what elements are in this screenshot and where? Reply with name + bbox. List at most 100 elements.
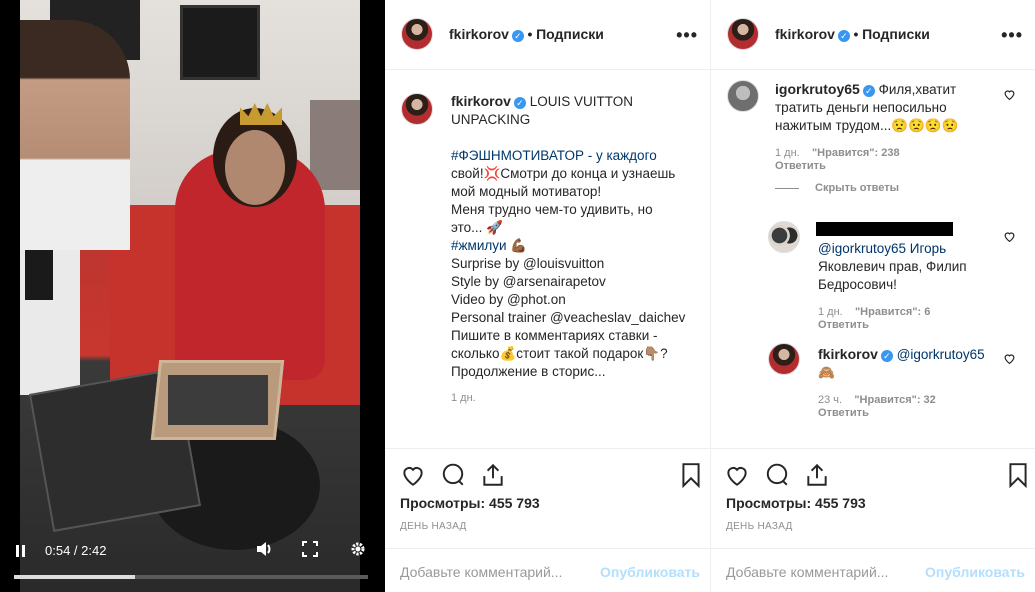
post-author-username[interactable]: fkirkorov bbox=[449, 26, 509, 42]
comment-bubble-icon[interactable] bbox=[440, 462, 466, 488]
share-icon[interactable] bbox=[480, 462, 506, 488]
comment-username[interactable]: fkirkorov bbox=[818, 346, 878, 362]
post-panel-comments: fkirkorov ✓ • Подписки ••• igorkrutoy65 ✓ … bbox=[711, 0, 1035, 592]
video-dumbbells bbox=[168, 375, 268, 425]
caption-mention-line[interactable]: Personal trainer @veacheslav_daichev bbox=[451, 309, 696, 327]
following-button[interactable]: Подписки bbox=[536, 26, 604, 42]
more-options-icon[interactable]: ••• bbox=[676, 25, 698, 46]
comment-time[interactable]: 23 ч. bbox=[818, 394, 842, 406]
caption-line bbox=[451, 129, 696, 147]
bookmark-icon[interactable] bbox=[678, 462, 704, 489]
comment-bubble-icon[interactable] bbox=[764, 462, 790, 488]
caption-line: это... 🚀 bbox=[451, 220, 503, 235]
caption-hashtag-line[interactable]: #жмилуи 💪🏾 bbox=[451, 237, 696, 255]
verified-badge-icon: ✓ bbox=[862, 85, 875, 97]
comment-like-heart-icon[interactable] bbox=[1003, 88, 1016, 101]
view-count[interactable]: Просмотры: 455 793 bbox=[726, 495, 866, 511]
post-author-username[interactable]: fkirkorov bbox=[775, 26, 835, 42]
video-man bbox=[20, 20, 130, 250]
verified-badge-icon: ✓ bbox=[513, 97, 526, 109]
comment-input[interactable]: Добавьте комментарий... bbox=[400, 564, 562, 580]
caption-line: сколько💰стоит такой подарок👇🏽? bbox=[451, 346, 668, 361]
bookmark-icon[interactable] bbox=[1005, 462, 1031, 489]
video-time: 0:54 / 2:42 bbox=[45, 543, 107, 558]
more-options-icon[interactable]: ••• bbox=[1001, 25, 1023, 46]
hide-replies-button[interactable]: Скрыть ответы bbox=[775, 182, 899, 194]
video-mirror bbox=[310, 100, 360, 190]
like-heart-icon[interactable] bbox=[724, 462, 750, 488]
pause-icon[interactable] bbox=[15, 545, 27, 557]
publish-button[interactable]: Опубликовать bbox=[600, 564, 700, 580]
caption-line: Пишите в комментариях ставки - bbox=[451, 328, 658, 343]
share-icon[interactable] bbox=[804, 462, 830, 488]
comment-text: @igorkrutoy65 bbox=[896, 347, 985, 362]
add-comment-bar: Добавьте комментарий... Опубликовать bbox=[385, 548, 710, 592]
post-header: fkirkorov ✓ • Подписки ••• bbox=[711, 0, 1035, 70]
verified-badge-icon: ✓ bbox=[837, 30, 850, 42]
post-caption: fkirkorov ✓ LOUIS VUITTON UNPACKING #ФЭШН… bbox=[451, 92, 696, 407]
caption-time[interactable]: 1 дн. bbox=[451, 389, 696, 407]
avatar[interactable] bbox=[401, 18, 433, 50]
volume-icon[interactable] bbox=[256, 541, 274, 560]
following-button[interactable]: Подписки bbox=[862, 26, 930, 42]
comment-text: нажитым трудом...😟😟😟😟 bbox=[775, 118, 959, 133]
publish-button[interactable]: Опубликовать bbox=[925, 564, 1025, 580]
post-header: fkirkorov ✓ • Подписки ••• bbox=[385, 0, 710, 70]
post-header-text: fkirkorov ✓ • Подписки bbox=[449, 26, 604, 42]
comment-text: Яковлевич прав, Филип bbox=[818, 259, 967, 274]
comment-time[interactable]: 1 дн. bbox=[775, 147, 800, 159]
video-frame[interactable] bbox=[20, 0, 360, 592]
comment-text: @igorkrutoy65 Игорь bbox=[818, 241, 947, 256]
comment-likes[interactable]: "Нравится": 32 bbox=[854, 394, 935, 406]
comment-like-heart-icon[interactable] bbox=[1003, 230, 1016, 243]
post-date: ДЕНЬ НАЗАД bbox=[400, 521, 467, 532]
commenter-avatar[interactable] bbox=[768, 343, 800, 375]
caption-hashtag-line[interactable]: #ФЭШНМОТИВАТОР - у каждого bbox=[451, 147, 696, 165]
video-controls: 0:54 / 2:42 bbox=[0, 540, 385, 592]
avatar[interactable] bbox=[727, 18, 759, 50]
verified-badge-icon: ✓ bbox=[880, 350, 893, 362]
comment-item: igorkrutoy65 ✓ Филя,хватит тратить деньги… bbox=[775, 80, 1000, 173]
comment-input[interactable]: Добавьте комментарий... bbox=[726, 564, 888, 580]
comment-like-heart-icon[interactable] bbox=[1003, 352, 1016, 365]
settings-icon[interactable] bbox=[350, 541, 366, 560]
post-panel-caption: fkirkorov ✓ • Подписки ••• fkirkorov ✓ LOU… bbox=[385, 0, 711, 592]
redacted-username bbox=[816, 222, 953, 236]
caption-text: LOUIS VUITTON bbox=[529, 94, 633, 109]
caption-line: fkirkorov ✓ LOUIS VUITTON bbox=[451, 92, 696, 111]
caption-line: Продолжение в сторис... bbox=[451, 364, 606, 379]
caption-author-username[interactable]: fkirkorov bbox=[451, 93, 511, 109]
caption-mention-line[interactable]: Surprise by @louisvuitton bbox=[451, 255, 696, 273]
comment-meta: 1 дн. "Нравится": 238 Ответить bbox=[775, 147, 1000, 173]
caption-mention-line[interactable]: Video by @phot.on bbox=[451, 291, 696, 309]
comment-time[interactable]: 1 дн. bbox=[818, 306, 843, 318]
fullscreen-icon[interactable] bbox=[302, 541, 318, 560]
comment-item: @igorkrutoy65 Игорь Яковлевич прав, Фили… bbox=[818, 240, 998, 332]
comment-likes[interactable]: "Нравится": 238 bbox=[812, 147, 900, 159]
like-heart-icon[interactable] bbox=[400, 462, 426, 488]
comment-likes[interactable]: "Нравится": 6 bbox=[855, 306, 930, 318]
comment-meta: 23 ч. "Нравится": 32 Ответить bbox=[818, 394, 998, 420]
verified-badge-icon: ✓ bbox=[511, 30, 524, 42]
caption-avatar[interactable] bbox=[401, 93, 433, 125]
post-actions: Просмотры: 455 793 ДЕНЬ НАЗАД bbox=[711, 448, 1035, 548]
comment-meta: 1 дн. "Нравится": 6 Ответить bbox=[818, 306, 998, 332]
reply-button[interactable]: Ответить bbox=[818, 319, 869, 331]
video-player[interactable]: 0:54 / 2:42 bbox=[0, 0, 385, 592]
reply-button[interactable]: Ответить bbox=[775, 160, 826, 172]
reply-button[interactable]: Ответить bbox=[818, 407, 869, 419]
video-progress-bar[interactable] bbox=[14, 575, 368, 579]
commenter-avatar[interactable] bbox=[727, 80, 759, 112]
caption-line: UNPACKING bbox=[451, 112, 531, 127]
post-date: ДЕНЬ НАЗАД bbox=[726, 521, 793, 532]
comment-text: Бедросович! bbox=[818, 277, 897, 292]
comment-text: 🙈 bbox=[818, 365, 835, 380]
comment-text: Филя,хватит bbox=[878, 82, 957, 97]
caption-mention-line[interactable]: Style by @arsenairapetov bbox=[451, 273, 696, 291]
commenter-avatar[interactable] bbox=[768, 221, 800, 253]
comment-item: fkirkorov ✓ @igorkrutoy65 🙈 23 ч. "Нравит… bbox=[818, 345, 998, 420]
video-person-head bbox=[225, 130, 285, 205]
view-count[interactable]: Просмотры: 455 793 bbox=[400, 495, 540, 511]
comment-username[interactable]: igorkrutoy65 bbox=[775, 81, 860, 97]
video-progress-fill bbox=[14, 575, 136, 579]
